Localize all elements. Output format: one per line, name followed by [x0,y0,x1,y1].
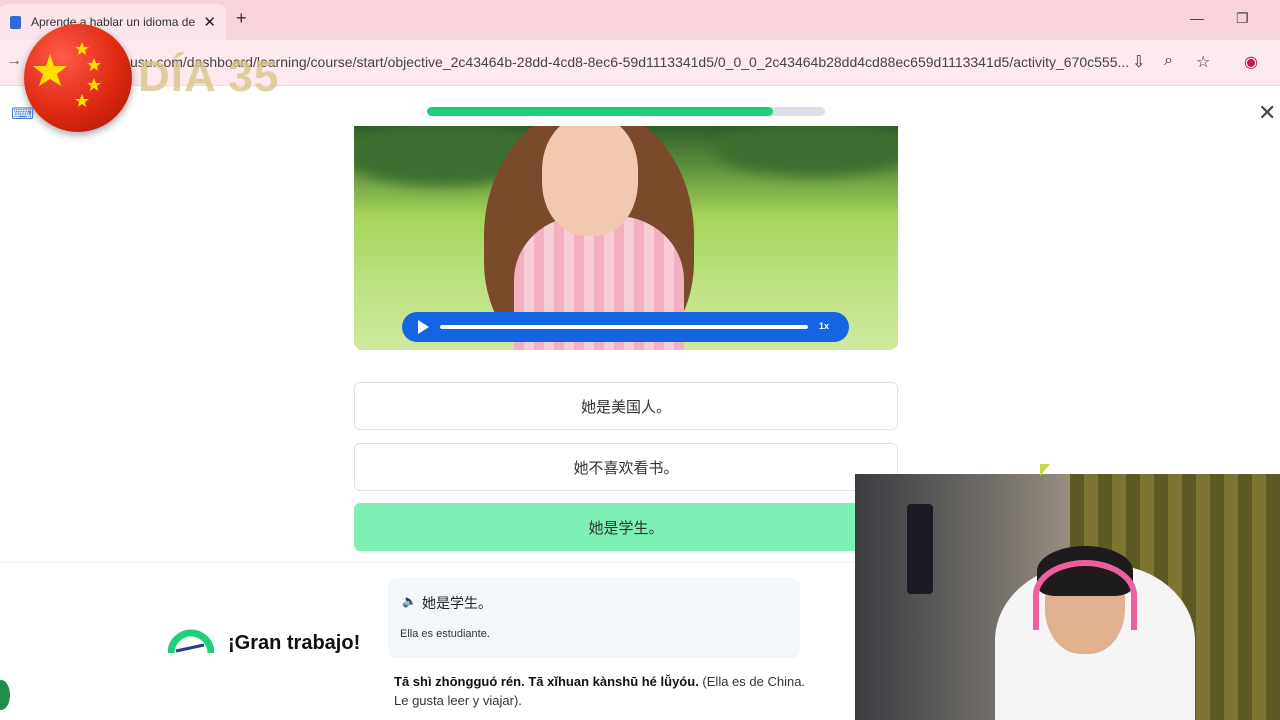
progress-fill [427,107,774,116]
headset [1033,560,1137,630]
audio-progress-track[interactable] [440,325,808,329]
browser-tab-bar: Aprende a hablar un idioma de ✕ + — ❐ [0,0,1280,40]
restore-button[interactable]: ❐ [1236,10,1249,27]
back-arrow-icon[interactable]: → [6,52,22,70]
play-icon[interactable] [418,320,429,334]
answer-translation: Ella es estudiante. [400,628,490,640]
lesson-progress-bar [427,107,825,116]
new-tab-button[interactable]: + [236,8,247,29]
audio-player[interactable]: 1x [402,312,849,342]
lesson-image: 1x [354,126,898,350]
feedback-title: ¡Gran trabajo! [228,632,361,654]
answer-option[interactable]: 她是美国人。 [354,382,898,430]
answer-option[interactable]: 她不喜欢看书。 [354,443,898,491]
star-icon[interactable]: ☆ [1196,52,1210,72]
china-flag-icon [24,24,132,132]
answer-chinese: 她是学生。 [422,595,492,611]
playback-speed[interactable]: 1x [819,321,829,331]
profile-icon[interactable]: ◉ [1244,52,1258,72]
favicon-icon [10,15,21,29]
install-icon[interactable]: ⇩ [1132,52,1145,72]
explanation-pinyin: Tā shì zhōngguó rén. Tā xǐhuan kànshū hé… [394,674,699,689]
day-counter: DÍA 35 [138,52,280,101]
zoom-icon[interactable]: ⌕ [1164,52,1173,70]
url-field[interactable]: usu.com/dashboard/learning/course/start/… [130,54,1130,70]
close-lesson-icon[interactable]: ✕ [1258,100,1276,126]
answer-option-selected[interactable]: 她是学生。 [354,503,898,551]
minimize-button[interactable]: — [1190,10,1204,26]
tab-close-icon[interactable]: ✕ [203,13,216,31]
keyboard-icon[interactable]: ⌨ [11,104,34,124]
gauge-icon [168,629,214,654]
webcam-overlay [855,474,1280,720]
explanation-text: Tā shì zhōngguó rén. Tā xǐhuan kànshū hé… [394,672,814,710]
speaker-icon[interactable]: 🔈 [402,594,417,608]
answer-card: 🔈 她是学生。 Ella es estudiante. [388,578,800,658]
mouse-cursor-icon [1040,464,1050,476]
